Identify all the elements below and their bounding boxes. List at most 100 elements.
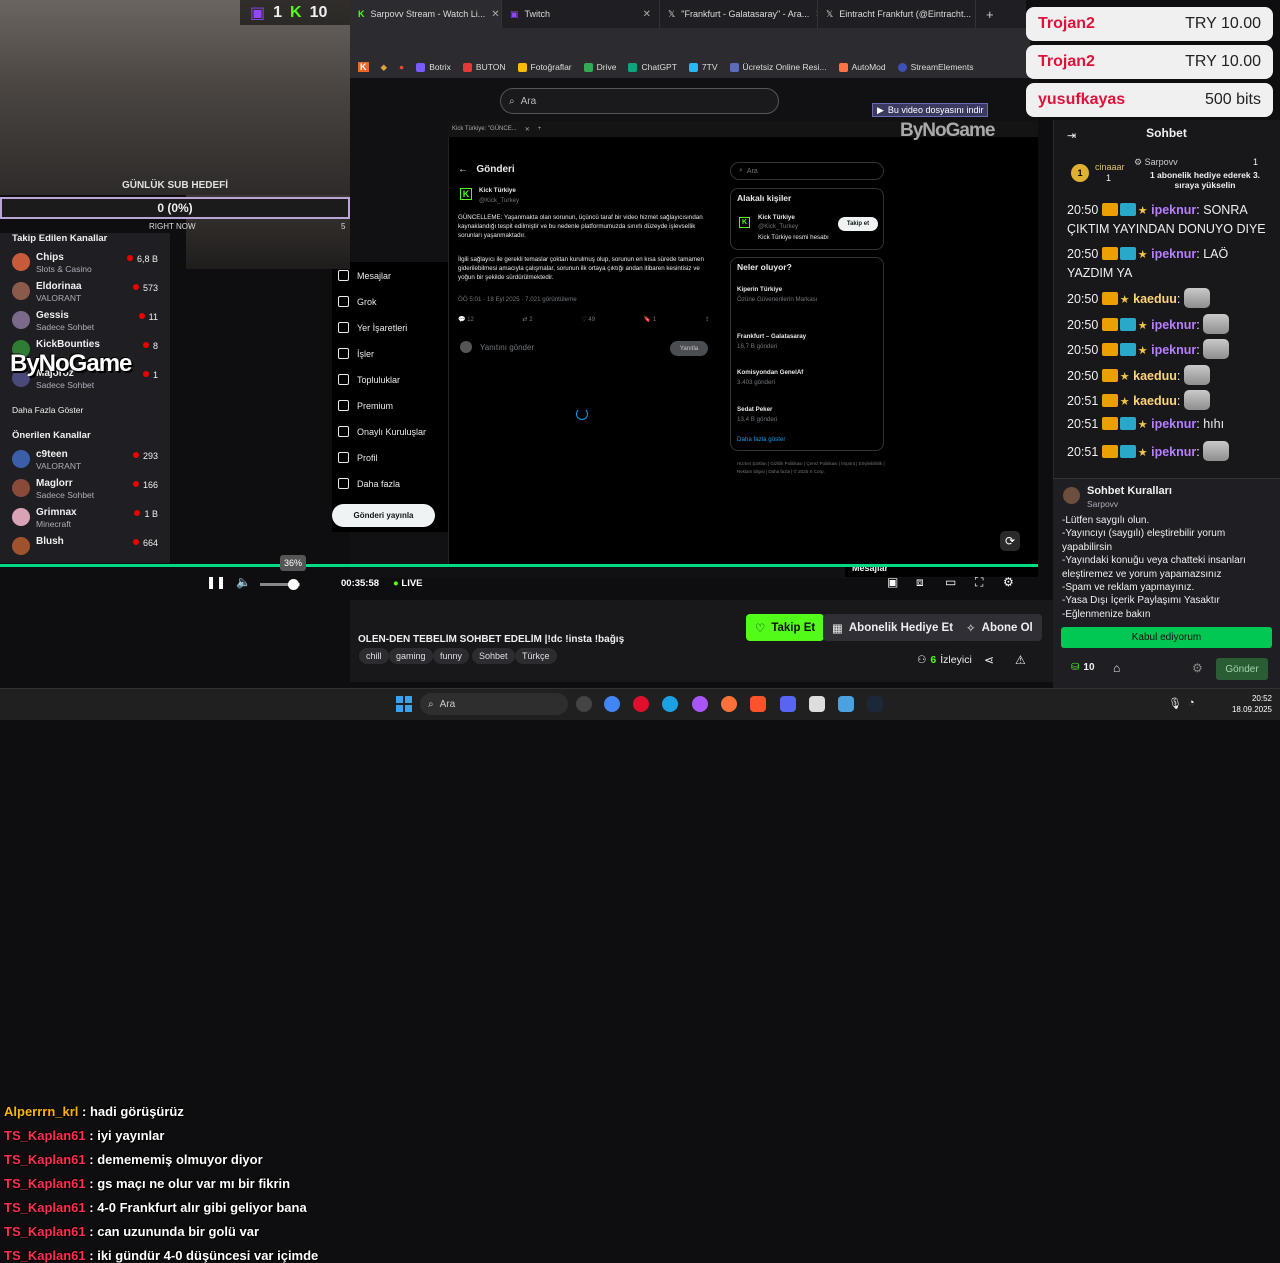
- store-icon[interactable]: ⌂: [1113, 661, 1120, 675]
- nav-communities[interactable]: Topluluklar: [338, 374, 400, 385]
- bookmark-resize[interactable]: Ücretsiz Online Resi...: [729, 62, 827, 72]
- post-author[interactable]: Kick Türkiye: [479, 186, 516, 195]
- bookmark-photos[interactable]: Fotoğraflar: [517, 62, 572, 72]
- tag-chill[interactable]: chill: [359, 648, 389, 664]
- browser-tab[interactable]: K Sarpovv Stream - Watch Li... ✕: [350, 0, 502, 28]
- nav-messages[interactable]: Mesajlar: [338, 270, 391, 281]
- kick-avatar[interactable]: K: [739, 217, 750, 228]
- nav-premium[interactable]: Premium: [338, 400, 393, 411]
- x-search-input[interactable]: ⌕ Ara: [730, 162, 884, 180]
- browser-tab[interactable]: 𝕏 "Frankfurt - Galatasaray" - Ara... ✕: [660, 0, 818, 28]
- new-tab-button[interactable]: +: [986, 7, 994, 22]
- wifi-icon[interactable]: ◔: [1188, 697, 1195, 709]
- fullscreen-icon[interactable]: ⛶: [975, 575, 983, 590]
- trend-sub: 13,4 B gönderi: [737, 416, 778, 423]
- like-icon[interactable]: ♡ 49: [581, 316, 595, 323]
- post-handle[interactable]: @Kick_Turkey: [479, 196, 519, 205]
- browser-tab[interactable]: 𝕏 Eintracht Frankfurt (@Eintracht... ✕: [818, 0, 976, 28]
- nav-jobs[interactable]: İşler: [338, 348, 374, 359]
- gift-sub-button[interactable]: ▦ Abonelik Hediye Et: [823, 614, 963, 641]
- bookmark-buton[interactable]: BUTON: [462, 62, 506, 72]
- post-button[interactable]: Gönderi yayınla: [332, 504, 435, 527]
- nav-grok[interactable]: Grok: [338, 296, 377, 307]
- close-tab-icon[interactable]: ✕: [491, 9, 499, 20]
- chat-username: kaeduu: [1133, 394, 1177, 408]
- channel-item[interactable]: Chips Slots & Casino 6,8 B: [12, 250, 162, 276]
- trend-title[interactable]: Komisyondan GenelAf: [737, 368, 803, 377]
- follow-button[interactable]: Takip et: [838, 217, 878, 231]
- download-video-notice[interactable]: ▶ Bu video dosyasını indir: [872, 103, 989, 117]
- firefox-icon[interactable]: [721, 696, 737, 712]
- back-arrow-icon[interactable]: ←: [458, 164, 468, 175]
- bookmark-icon[interactable]: 🔖 1: [644, 316, 656, 323]
- reply-icon[interactable]: 💬 12: [458, 316, 474, 323]
- taskbar-search[interactable]: ⌕ Ara: [420, 693, 568, 715]
- app-icon[interactable]: [692, 696, 708, 712]
- discord-icon[interactable]: [780, 696, 796, 712]
- app-icon[interactable]: [838, 696, 854, 712]
- tag-sohbet[interactable]: Sohbet: [472, 648, 515, 664]
- report-icon[interactable]: ⚠: [1015, 653, 1026, 667]
- close-tab-icon[interactable]: ✕: [643, 9, 651, 20]
- bookmark-streamelements[interactable]: StreamElements: [897, 62, 973, 72]
- settings-gear-icon[interactable]: ⚙: [1192, 661, 1203, 675]
- opera-icon[interactable]: [633, 696, 649, 712]
- share-icon[interactable]: ⇪: [705, 316, 710, 323]
- theater-icon[interactable]: ▣: [887, 575, 898, 589]
- refresh-icon[interactable]: ⟳: [1000, 531, 1020, 551]
- trend-title[interactable]: Kiperin Türkiye: [737, 285, 782, 294]
- brave-icon[interactable]: [750, 696, 766, 712]
- reply-input[interactable]: Yanıtını gönder: [480, 343, 534, 352]
- taskbar-clock[interactable]: 20:52 18.09.2025: [1220, 693, 1272, 715]
- related-name[interactable]: Kick Türkiye: [758, 213, 795, 222]
- browser-tab[interactable]: ▣ Twitch ✕: [502, 0, 660, 28]
- miniplayer-icon[interactable]: ▭: [945, 575, 956, 589]
- leader-user[interactable]: cinaaar: [1095, 162, 1125, 172]
- steam-icon[interactable]: [867, 696, 883, 712]
- follow-button[interactable]: ♡ Takip Et: [746, 614, 825, 641]
- trend-title[interactable]: Frankfurt – Galatasaray: [737, 332, 806, 341]
- bookmark-botrix[interactable]: Botrix: [416, 62, 451, 72]
- bookmark-7tv[interactable]: 7TV: [688, 62, 718, 72]
- channel-item[interactable]: Eldorinaa VALORANT 573: [12, 279, 162, 305]
- trend-title[interactable]: Sedat Peker: [737, 405, 772, 414]
- live-indicator[interactable]: ● LIVE: [393, 578, 423, 589]
- channel-points[interactable]: ⛁ 10: [1071, 662, 1095, 673]
- share-icon[interactable]: ⋖: [984, 653, 994, 667]
- nav-more[interactable]: Daha fazla: [338, 478, 400, 489]
- clip-icon[interactable]: ⧈: [916, 575, 924, 590]
- nav-bookmarks[interactable]: Yer İşaretleri: [338, 322, 407, 333]
- bookmark-icon[interactable]: ◆: [381, 62, 388, 73]
- bookmark-chatgpt[interactable]: ChatGPT: [628, 62, 677, 72]
- channel-item[interactable]: c9teen VALORANT 293: [12, 447, 162, 473]
- bookmark-icon[interactable]: K: [358, 62, 369, 72]
- tag-funny[interactable]: funny: [433, 648, 470, 664]
- windows-start-icon[interactable]: [396, 696, 412, 712]
- channel-item[interactable]: Grimnax Minecraft 1 B: [12, 505, 162, 531]
- channel-item[interactable]: Gessis Sadece Sohbet 11: [12, 308, 162, 334]
- tag-turkce[interactable]: Türkçe: [515, 648, 557, 664]
- trends-show-more[interactable]: Daha fazla göster: [737, 435, 786, 444]
- nav-verified-orgs[interactable]: Onaylı Kuruluşlar: [338, 426, 426, 437]
- trend-sub: 16,7 B gönderi: [737, 343, 778, 350]
- tag-gaming[interactable]: gaming: [389, 648, 433, 664]
- bookmark-drive[interactable]: Drive: [583, 62, 616, 72]
- reply-button[interactable]: Yanıtla: [670, 341, 708, 356]
- app-icon[interactable]: [809, 696, 825, 712]
- repost-icon[interactable]: ⇄ 2: [523, 316, 533, 323]
- kick-avatar[interactable]: K: [460, 188, 472, 200]
- settings-gear-icon[interactable]: ⚙: [1003, 575, 1014, 589]
- edge-icon[interactable]: [662, 696, 678, 712]
- send-button[interactable]: Gönder: [1216, 658, 1268, 680]
- chrome-icon[interactable]: [604, 696, 620, 712]
- bookmark-automod[interactable]: AutoMod: [838, 62, 886, 72]
- show-more-link[interactable]: Daha Fazla Göster: [12, 405, 83, 415]
- accept-rules-button[interactable]: Kabul ediyorum: [1061, 627, 1272, 648]
- channel-item[interactable]: Maglorr Sadece Sohbet 166: [12, 476, 162, 502]
- bookmark-icon[interactable]: ●: [399, 62, 404, 72]
- app-icon[interactable]: [576, 696, 592, 712]
- search-input[interactable]: ⌕ Ara: [500, 88, 779, 114]
- nav-profile[interactable]: Profil: [338, 452, 378, 463]
- mic-icon[interactable]: 🎙: [1168, 697, 1182, 710]
- subscribe-button[interactable]: ✧ Abone Ol: [957, 614, 1042, 641]
